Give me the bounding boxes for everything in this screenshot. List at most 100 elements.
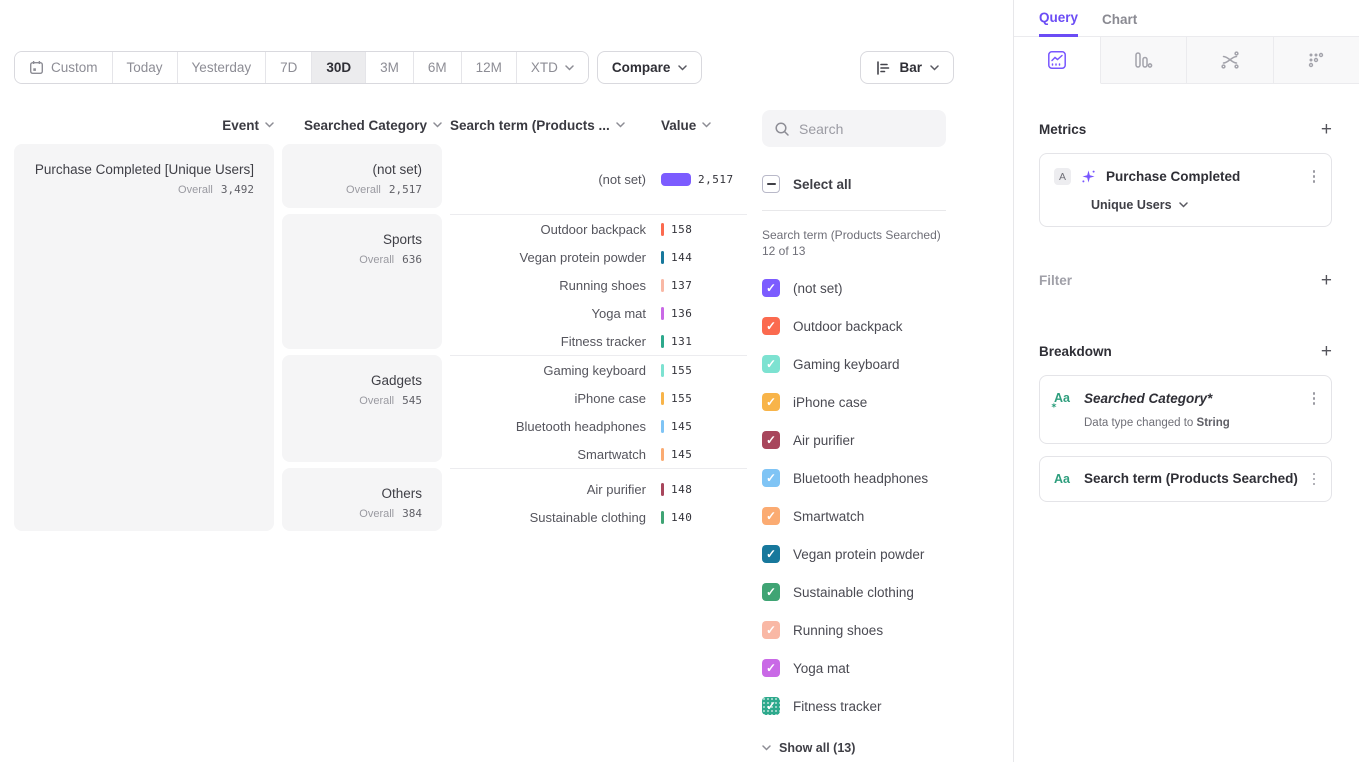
metric-event-name: Purchase Completed	[1106, 169, 1301, 184]
date-button-yesterday[interactable]: Yesterday	[178, 52, 267, 83]
legend-item[interactable]: ✓ Air purifier	[762, 421, 994, 459]
breakdown-card[interactable]: Aa✶ Searched Category* Data type changed…	[1039, 375, 1332, 444]
chart-type-button[interactable]: Bar	[860, 51, 954, 84]
checkbox-checked[interactable]: ✓	[762, 659, 780, 677]
calendar-icon	[29, 60, 44, 75]
value-bar	[661, 364, 664, 377]
value-bar	[661, 511, 664, 524]
tab-query[interactable]: Query	[1039, 10, 1078, 37]
checkbox-checked[interactable]: ✓	[762, 431, 780, 449]
term-row[interactable]: Running shoes 137	[450, 271, 747, 299]
filter-section-header: Filter +	[1039, 271, 1332, 290]
retention-icon	[1306, 50, 1326, 70]
legend-item[interactable]: ✓ Gaming keyboard	[762, 345, 994, 383]
add-breakdown-button[interactable]: +	[1321, 342, 1332, 361]
chevron-down-icon	[702, 122, 711, 128]
term-row[interactable]: Vegan protein powder 144	[450, 243, 747, 271]
term-row[interactable]: Smartwatch 145	[450, 440, 747, 468]
term-row[interactable]: Outdoor backpack 158	[450, 215, 747, 243]
add-filter-button[interactable]: +	[1321, 271, 1332, 290]
checkbox-checked[interactable]: ✓	[762, 583, 780, 601]
event-cell[interactable]: Purchase Completed [Unique Users] Overal…	[14, 144, 274, 531]
date-button-6m[interactable]: 6M	[414, 52, 462, 83]
legend-item[interactable]: ✓ Sustainable clothing	[762, 573, 994, 611]
date-button-30d[interactable]: 30D	[312, 52, 366, 83]
legend-item[interactable]: ✓ Yoga mat	[762, 649, 994, 687]
select-all-row[interactable]: Select all	[762, 175, 994, 193]
term-row[interactable]: Sustainable clothing 140	[450, 503, 747, 531]
legend-item[interactable]: ✓ Outdoor backpack	[762, 307, 994, 345]
date-button-custom[interactable]: Custom	[15, 52, 113, 83]
legend-item[interactable]: ✓ Running shoes	[762, 611, 994, 649]
flows-report-tab[interactable]	[1187, 37, 1274, 84]
legend-item[interactable]: ✓ Vegan protein powder	[762, 535, 994, 573]
breakdown-card[interactable]: Aa Search term (Products Searched)	[1039, 456, 1332, 503]
checkbox-checked[interactable]: ✓	[762, 545, 780, 563]
chevron-down-icon	[565, 65, 574, 71]
checkbox-checked[interactable]: ✓	[762, 621, 780, 639]
date-button-7d[interactable]: 7D	[266, 52, 312, 83]
search-input[interactable]	[799, 121, 929, 137]
legend-item[interactable]: ✓ (not set)	[762, 269, 994, 307]
table-header-row: Event Searched Category Search term (Pro…	[14, 114, 747, 136]
chevron-down-icon	[678, 65, 687, 71]
kebab-menu-icon[interactable]	[1311, 168, 1318, 185]
checkbox-checked[interactable]: ✓	[762, 355, 780, 373]
value-bar	[661, 335, 664, 348]
category-cell[interactable]: Gadgets Overall545	[282, 355, 442, 462]
date-button-12m[interactable]: 12M	[462, 52, 517, 83]
kebab-menu-icon[interactable]	[1311, 390, 1318, 407]
term-row[interactable]: (not set) 2,517	[450, 165, 747, 193]
value-bar	[661, 307, 664, 320]
metric-card[interactable]: A Purchase Completed Unique Users	[1039, 153, 1332, 227]
measure-dropdown[interactable]: Unique Users	[1054, 198, 1317, 212]
add-metric-button[interactable]: +	[1321, 120, 1332, 139]
terms-list: (not set) 2,517	[450, 144, 747, 214]
event-name: Purchase Completed [Unique Users]	[14, 162, 254, 177]
select-all-checkbox[interactable]	[762, 175, 780, 193]
term-row[interactable]: Fitness tracker 131	[450, 327, 747, 355]
term-row[interactable]: Air purifier 148	[450, 475, 747, 503]
checkbox-checked[interactable]: ✓	[762, 279, 780, 297]
chevron-down-icon	[1179, 202, 1188, 208]
category-cell[interactable]: Others Overall384	[282, 468, 442, 531]
date-button-xtd[interactable]: XTD	[517, 52, 588, 83]
term-row[interactable]: iPhone case 155	[450, 384, 747, 412]
toolbar: Custom Today Yesterday 7D 30D 3M 6M 12M …	[14, 51, 954, 84]
string-property-icon: Aa	[1054, 472, 1074, 486]
term-row[interactable]: Bluetooth headphones 145	[450, 412, 747, 440]
date-range-segmented-control: Custom Today Yesterday 7D 30D 3M 6M 12M …	[14, 51, 589, 84]
insights-report-tab[interactable]	[1014, 37, 1101, 84]
funnels-report-tab[interactable]	[1101, 37, 1188, 84]
category-cell[interactable]: Sports Overall636	[282, 214, 442, 349]
search-icon	[774, 121, 790, 137]
legend-items: ✓ (not set) ✓ Outdoor backpack ✓ Gaming …	[762, 269, 994, 725]
date-button-today[interactable]: Today	[113, 52, 178, 83]
column-header-value[interactable]: Value	[646, 118, 711, 133]
compare-button[interactable]: Compare	[597, 51, 703, 84]
category-cell[interactable]: (not set) Overall2,517	[282, 144, 442, 208]
column-header-search-term[interactable]: Search term (Products ...	[450, 118, 646, 133]
category-group: Sports Overall636 Outdoor backpack 158 V…	[282, 214, 747, 355]
metrics-heading: Metrics	[1039, 122, 1086, 137]
show-all-toggle[interactable]: Show all (13)	[762, 741, 994, 755]
chevron-down-icon	[265, 122, 274, 128]
breakdown-section-header: Breakdown +	[1039, 342, 1332, 361]
legend-item[interactable]: ✓ Fitness tracker	[762, 687, 994, 725]
column-header-searched-category[interactable]: Searched Category	[282, 118, 442, 133]
legend-item[interactable]: ✓ Smartwatch	[762, 497, 994, 535]
legend-item[interactable]: ✓ iPhone case	[762, 383, 994, 421]
checkbox-checked[interactable]: ✓	[762, 697, 780, 715]
checkbox-checked[interactable]: ✓	[762, 507, 780, 525]
checkbox-checked[interactable]: ✓	[762, 317, 780, 335]
retention-report-tab[interactable]	[1274, 37, 1359, 84]
kebab-menu-icon[interactable]	[1311, 471, 1318, 488]
date-button-3m[interactable]: 3M	[366, 52, 414, 83]
checkbox-checked[interactable]: ✓	[762, 469, 780, 487]
term-row[interactable]: Yoga mat 136	[450, 299, 747, 327]
checkbox-checked[interactable]: ✓	[762, 393, 780, 411]
column-header-event[interactable]: Event	[14, 118, 274, 133]
tab-chart[interactable]: Chart	[1102, 12, 1137, 36]
legend-item[interactable]: ✓ Bluetooth headphones	[762, 459, 994, 497]
term-row[interactable]: Gaming keyboard 155	[450, 356, 747, 384]
